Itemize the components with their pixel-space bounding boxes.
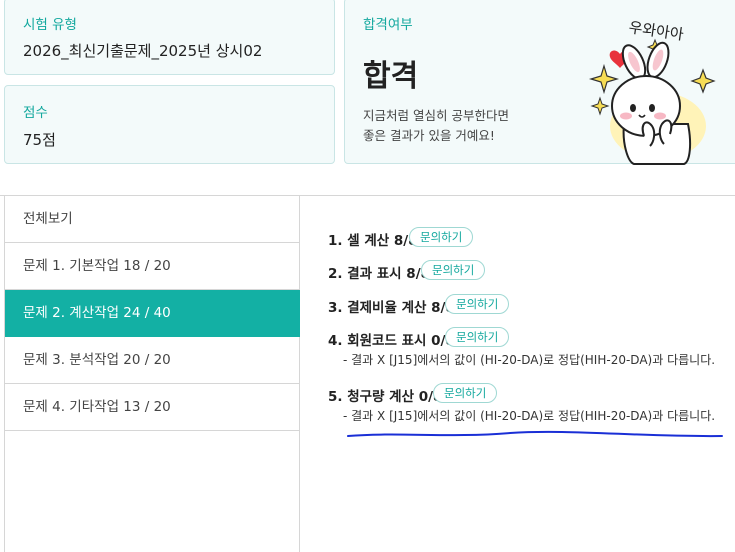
inquiry-button[interactable]: 문의하기 — [409, 227, 474, 247]
rabbit-cheek-left — [620, 112, 632, 120]
result-label: 합격여부 — [363, 17, 413, 33]
question-error-detail: - 결과 X [J15]에서의 값이 (HI-20-DA)로 정답(HIH-20… — [343, 353, 716, 367]
result-message-line2: 좋은 결과가 있을 거예요! — [363, 128, 495, 143]
category-sidebar: 전체보기 문제 1. 기본작업 18 / 20 문제 2. 계산작업 24 / … — [4, 196, 300, 552]
underline-annotation — [347, 430, 723, 438]
question-title: 5. 청구량 계산 0/8 — [328, 389, 443, 405]
sparkle-icon — [690, 68, 716, 94]
sidebar-item-calculation[interactable]: 문제 2. 계산작업 24 / 40 — [5, 290, 300, 337]
exam-type-label: 시험 유형 — [23, 17, 77, 33]
sparkle-icon — [590, 96, 610, 116]
rabbit-mascot-illustration: 우와아아 — [588, 18, 716, 165]
inquiry-button[interactable]: 문의하기 — [433, 383, 498, 403]
rabbit-eye-right — [649, 104, 655, 112]
sparkle-icon — [588, 63, 620, 95]
question-error-detail: - 결과 X [J15]에서의 값이 (HI-20-DA)로 정답(HIH-20… — [343, 409, 716, 423]
result-value: 합격 — [363, 59, 419, 94]
sidebar-item-other[interactable]: 문제 4. 기타작업 13 / 20 — [5, 384, 300, 431]
score-value: 75점 — [23, 131, 56, 149]
sidebar-item-basic[interactable]: 문제 1. 기본작업 18 / 20 — [5, 243, 300, 290]
question-title: 3. 결제비율 계산 8/8 — [328, 300, 455, 316]
score-card: 점수 75점 — [4, 85, 335, 164]
rabbit-eye-left — [630, 104, 636, 112]
inquiry-button[interactable]: 문의하기 — [445, 294, 510, 314]
score-label: 점수 — [23, 105, 48, 121]
sidebar-item-all[interactable]: 전체보기 — [5, 196, 300, 243]
inquiry-button[interactable]: 문의하기 — [445, 327, 510, 347]
exam-type-value: 2026_최신기출문제_2025년 상시02 — [23, 42, 263, 60]
sidebar-item-analysis[interactable]: 문제 3. 분석작업 20 / 20 — [5, 337, 300, 384]
question-title: 2. 결과 표시 8/8 — [328, 266, 431, 282]
mascot-caption: 우와아아 — [628, 18, 685, 44]
question-title: 4. 회원코드 표시 0/8 — [328, 333, 455, 349]
inquiry-button[interactable]: 문의하기 — [421, 260, 486, 280]
result-message-line1: 지금처럼 열심히 공부한다면 — [363, 108, 509, 123]
rabbit-cheek-right — [654, 112, 666, 120]
question-title: 1. 셀 계산 8/8 — [328, 233, 418, 249]
exam-type-card: 시험 유형 2026_최신기출문제_2025년 상시02 — [4, 0, 335, 75]
